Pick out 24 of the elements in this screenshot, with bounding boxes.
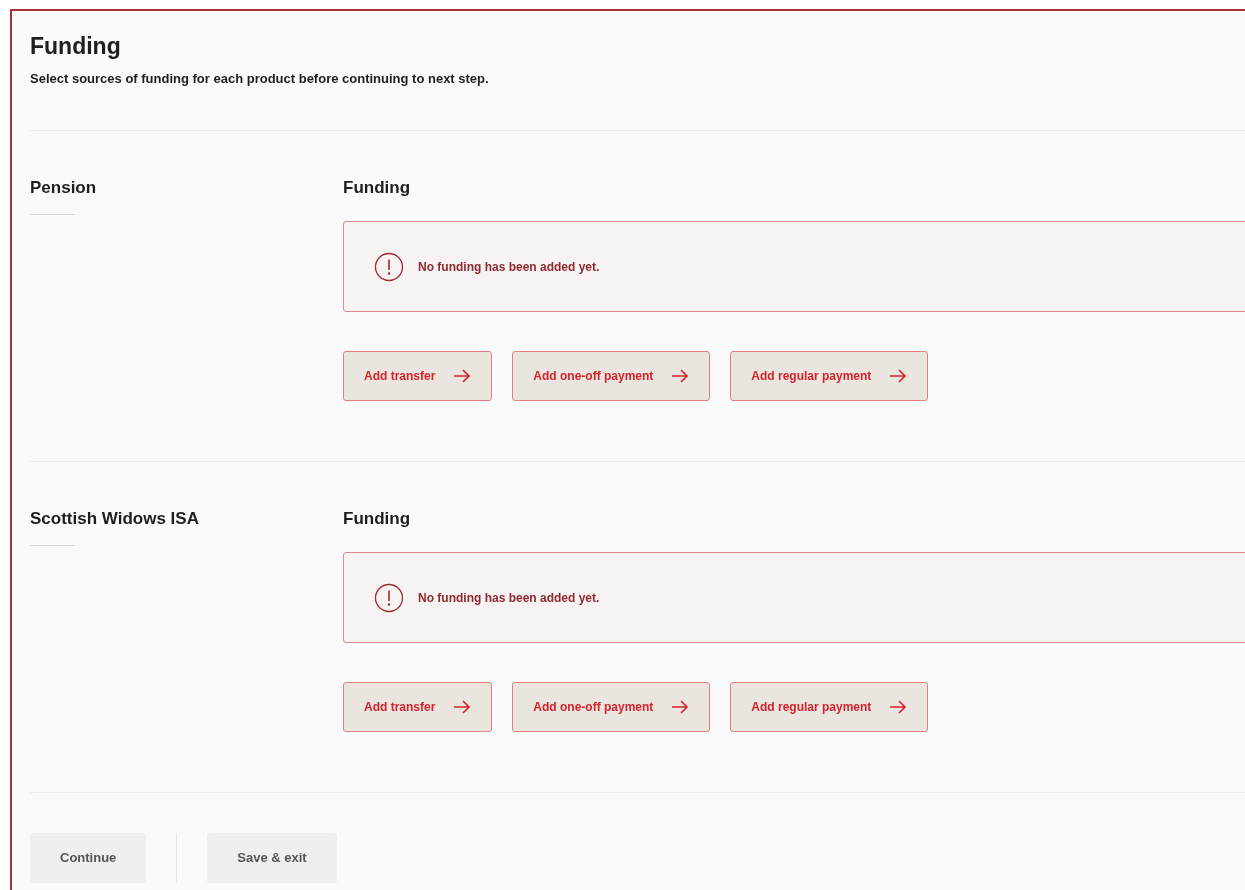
- arrow-right-icon: [889, 700, 908, 715]
- alert-message: No funding has been added yet.: [418, 258, 600, 276]
- arrow-right-icon: [671, 369, 690, 384]
- arrow-right-icon: [453, 369, 472, 384]
- add-funding-button[interactable]: Add regular payment: [730, 682, 929, 733]
- page-title: Funding: [30, 33, 122, 61]
- product-name: Scottish Widows ISA: [30, 508, 200, 531]
- page-subtitle: Select sources of funding for each product before continuing to next step.: [30, 69, 490, 88]
- warning-icon: [374, 251, 404, 282]
- arrow-right-icon: [453, 700, 472, 715]
- arrow-right-icon: [671, 700, 690, 715]
- continue-button[interactable]: Continue: [30, 833, 147, 884]
- warning-icon: [374, 582, 404, 613]
- section-heading: Funding: [343, 508, 412, 531]
- section-heading: Funding: [343, 177, 412, 200]
- add-funding-button[interactable]: Add transfer: [343, 682, 493, 733]
- add-funding-button[interactable]: Add regular payment: [730, 351, 929, 402]
- add-funding-button[interactable]: Add one-off payment: [512, 682, 711, 733]
- add-funding-button[interactable]: Add one-off payment: [512, 351, 711, 402]
- arrow-right-icon: [889, 369, 908, 384]
- add-funding-button[interactable]: Add transfer: [343, 351, 493, 402]
- product-name: Pension: [30, 177, 98, 200]
- save-exit-button[interactable]: Save & exit: [207, 833, 337, 884]
- alert-message: No funding has been added yet.: [418, 589, 600, 607]
